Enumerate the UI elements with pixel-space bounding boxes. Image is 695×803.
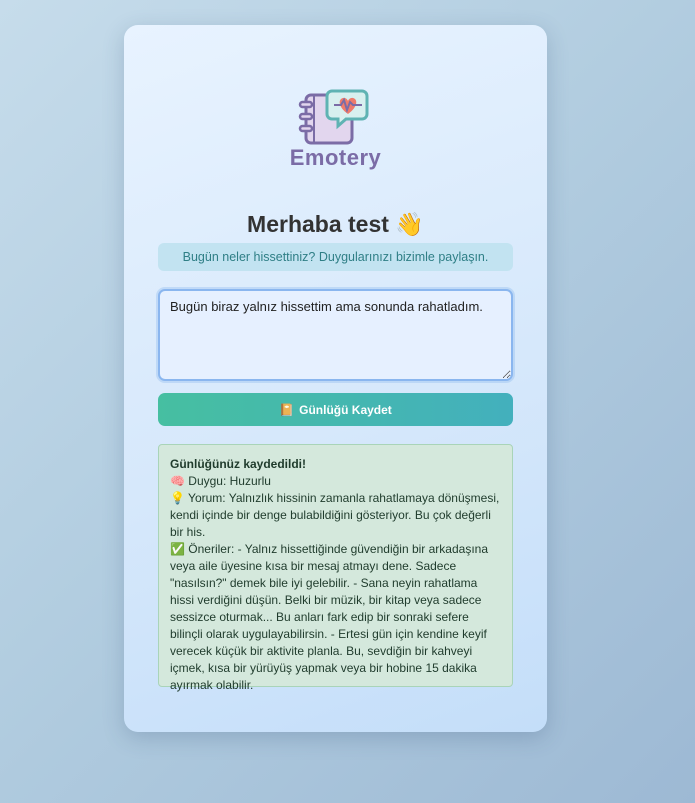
notebook-icon: 📔 xyxy=(279,402,295,417)
save-journal-button[interactable]: 📔 Günlüğü Kaydet xyxy=(158,393,513,426)
app-brand-name: Emotery xyxy=(289,145,382,170)
info-banner: Bugün neler hissettiniz? Duygularınızı b… xyxy=(158,243,513,271)
greeting-heading: Merhaba test 👋 xyxy=(247,211,424,237)
journal-card: Emotery Merhaba test 👋 Bugün neler hisse… xyxy=(124,25,547,732)
save-result-message: Günlüğünüz kaydedildi! 🧠 Duygu: Huzurlu … xyxy=(158,444,513,692)
save-journal-label: Günlüğü Kaydet xyxy=(299,402,392,417)
result-title: Günlüğünüz kaydedildi! xyxy=(170,457,306,471)
journal-entry-input[interactable]: Bugün biraz yalnız hissettim ama sonunda… xyxy=(158,289,513,381)
result-comment: 💡 Yorum: Yalnızlık hissinin zamanla raha… xyxy=(170,491,500,539)
result-emotion: 🧠 Duygu: Huzurlu xyxy=(170,474,271,488)
result-suggestions: ✅ Öneriler: - Yalnız hissettiğinde güven… xyxy=(170,542,488,692)
